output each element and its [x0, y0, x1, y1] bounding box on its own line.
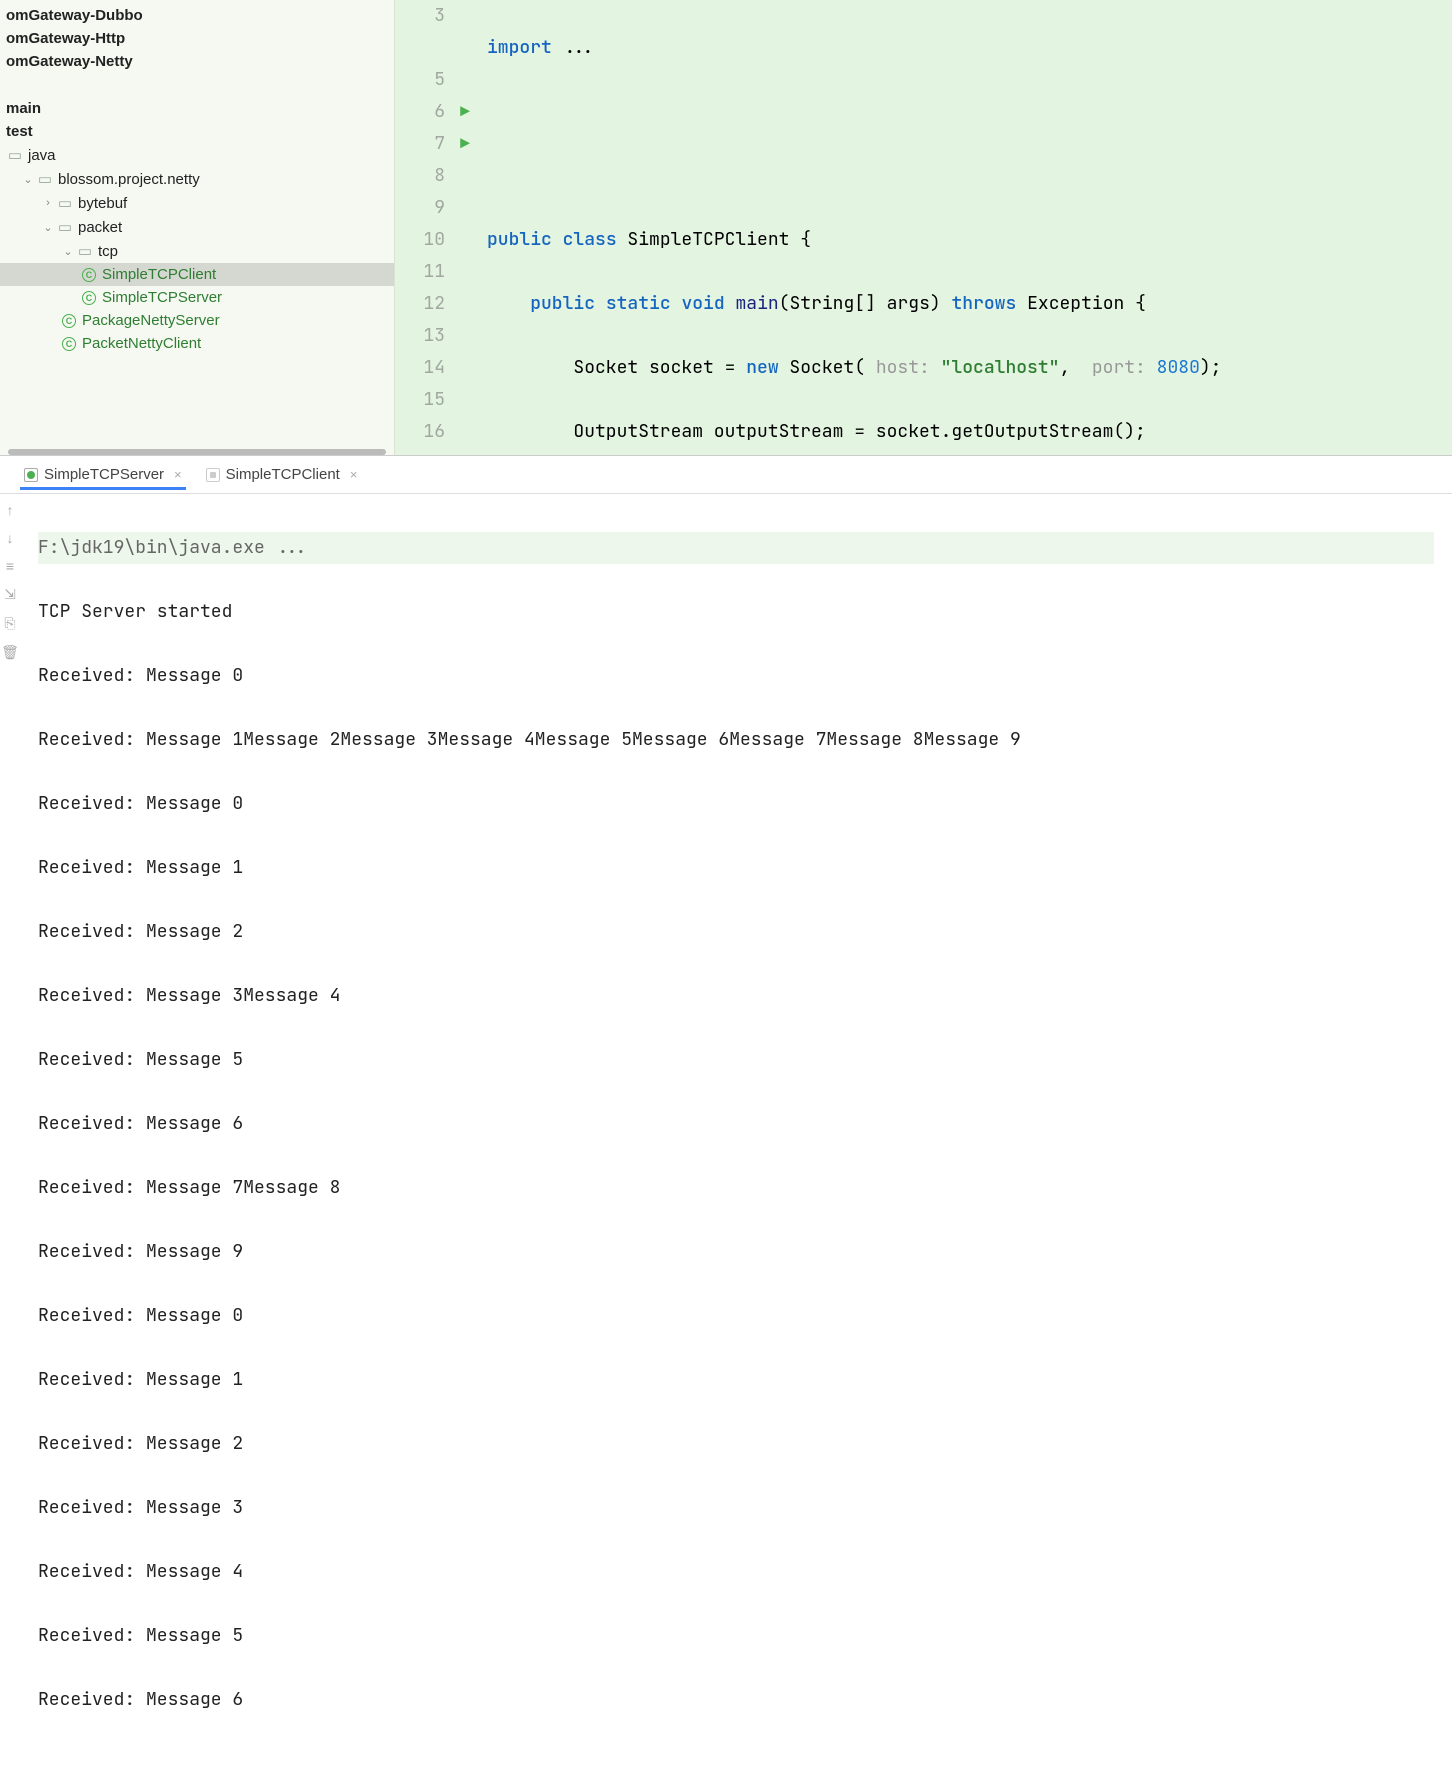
folder-packet[interactable]: ⌄ ▭ packet	[0, 215, 394, 239]
package-root[interactable]: ⌄ ▭ blossom.project.netty	[0, 167, 394, 191]
code-body[interactable]: import ... public class SimpleTCPClient …	[479, 0, 1452, 455]
tool-icon[interactable]: ⇲	[4, 586, 16, 603]
console-wrap: ↑ ↓ ≡ ⇲ ⎘ 🗑 F:\jdk19\bin\java.exe ... TC…	[0, 494, 1452, 1786]
class-icon: C	[80, 268, 98, 282]
console-line: Received: Message 0	[38, 788, 1434, 820]
running-icon	[24, 468, 38, 482]
module-dubbo[interactable]: omGateway-Dubbo	[0, 4, 394, 27]
class-icon: C	[80, 291, 98, 305]
console-line: F:\jdk19\bin\java.exe ...	[38, 532, 1434, 564]
src-main[interactable]: main	[0, 97, 394, 120]
run-icon[interactable]: ▶	[460, 96, 470, 128]
console-output[interactable]: F:\jdk19\bin\java.exe ... TCP Server sta…	[20, 494, 1452, 1786]
root: omGateway-Dubbo omGateway-Http omGateway…	[0, 0, 1452, 1123]
run-icon[interactable]: ▶	[460, 128, 470, 160]
console-line: Received: Message 2	[38, 916, 1434, 948]
tool-icon[interactable]: ≡	[6, 558, 14, 574]
package-icon: ▭	[36, 170, 54, 188]
console-line: Received: Message 1	[38, 852, 1434, 884]
config-icon	[206, 468, 220, 482]
tool-icon[interactable]: 🗑	[1, 644, 19, 661]
line-gutter: 3 5 6 7 8 9 10 11 12 13 14 15 16 17 18	[395, 0, 451, 455]
module-netty[interactable]: omGateway-Netty	[0, 50, 394, 73]
folder-icon: ▭	[6, 146, 24, 164]
code-token: import	[487, 36, 552, 59]
chevron-right-icon[interactable]: ›	[40, 197, 56, 209]
file-packetnettyclient[interactable]: C PacketNettyClient	[0, 332, 394, 355]
console-line: Received: Message 2	[38, 1428, 1434, 1460]
class-icon: C	[60, 337, 78, 351]
project-sidebar: omGateway-Dubbo omGateway-Http omGateway…	[0, 0, 395, 455]
tool-icon[interactable]: ↓	[7, 530, 14, 546]
console-line: Received: Message 5	[38, 1620, 1434, 1652]
folder-java[interactable]: ▭ java	[0, 143, 394, 167]
console-line: Received: Message 5	[38, 1044, 1434, 1076]
folder-tcp[interactable]: ⌄ ▭ tcp	[0, 239, 394, 263]
console-toolbar: ↑ ↓ ≡ ⇲ ⎘ 🗑	[0, 494, 20, 1786]
console-line: Received: Message 3	[38, 1492, 1434, 1524]
folder-bytebuf[interactable]: › ▭ bytebuf	[0, 191, 394, 215]
run-tab-client[interactable]: SimpleTCPClient ×	[202, 460, 362, 489]
close-icon[interactable]: ×	[174, 467, 182, 482]
console-line: Received: Message 6	[38, 1684, 1434, 1716]
console-line: Received: Message 4	[38, 1556, 1434, 1588]
console-line: Received: Message 7Message 8	[38, 1172, 1434, 1204]
console-line: Received: Message 1Message 2Message 3Mes…	[38, 724, 1434, 756]
module-http[interactable]: omGateway-Http	[0, 27, 394, 50]
file-simpletcpserver[interactable]: C SimpleTCPServer	[0, 286, 394, 309]
chevron-down-icon[interactable]: ⌄	[20, 173, 36, 186]
code-token: ...	[552, 36, 595, 59]
chevron-down-icon[interactable]: ⌄	[60, 245, 76, 258]
console-line: Received: Message 3Message 4	[38, 980, 1434, 1012]
run-gutter: ▶ ▶	[451, 0, 479, 455]
run-tool-window: SimpleTCPServer × SimpleTCPClient × ↑ ↓ …	[0, 455, 1452, 1786]
file-packagenettyserver[interactable]: C PackageNettyServer	[0, 309, 394, 332]
code-editor[interactable]: 3 5 6 7 8 9 10 11 12 13 14 15 16 17 18 ▶	[395, 0, 1452, 455]
file-simpletcpclient[interactable]: C SimpleTCPClient	[0, 263, 394, 286]
console-line: Received: Message 1	[38, 1364, 1434, 1396]
folder-icon: ▭	[56, 194, 74, 212]
top-area: omGateway-Dubbo omGateway-Http omGateway…	[0, 0, 1452, 455]
tool-icon[interactable]: ⎘	[4, 615, 15, 632]
close-icon[interactable]: ×	[350, 467, 358, 482]
chevron-down-icon[interactable]: ⌄	[40, 221, 56, 234]
console-line: Received: Message 9	[38, 1236, 1434, 1268]
src-test[interactable]: test	[0, 120, 394, 143]
folder-icon: ▭	[56, 218, 74, 236]
console-line: Received: Message 0	[38, 1300, 1434, 1332]
class-icon: C	[60, 314, 78, 328]
sidebar-modules: omGateway-Dubbo omGateway-Http omGateway…	[0, 0, 394, 77]
tool-icon[interactable]: ↑	[7, 502, 14, 518]
console-line: TCP Server started	[38, 596, 1434, 628]
run-tab-server[interactable]: SimpleTCPServer ×	[20, 460, 186, 489]
folder-icon: ▭	[76, 242, 94, 260]
run-tabs: SimpleTCPServer × SimpleTCPClient ×	[0, 456, 1452, 494]
console-line: Received: Message 6	[38, 1108, 1434, 1140]
console-line: Received: Message 0	[38, 660, 1434, 692]
